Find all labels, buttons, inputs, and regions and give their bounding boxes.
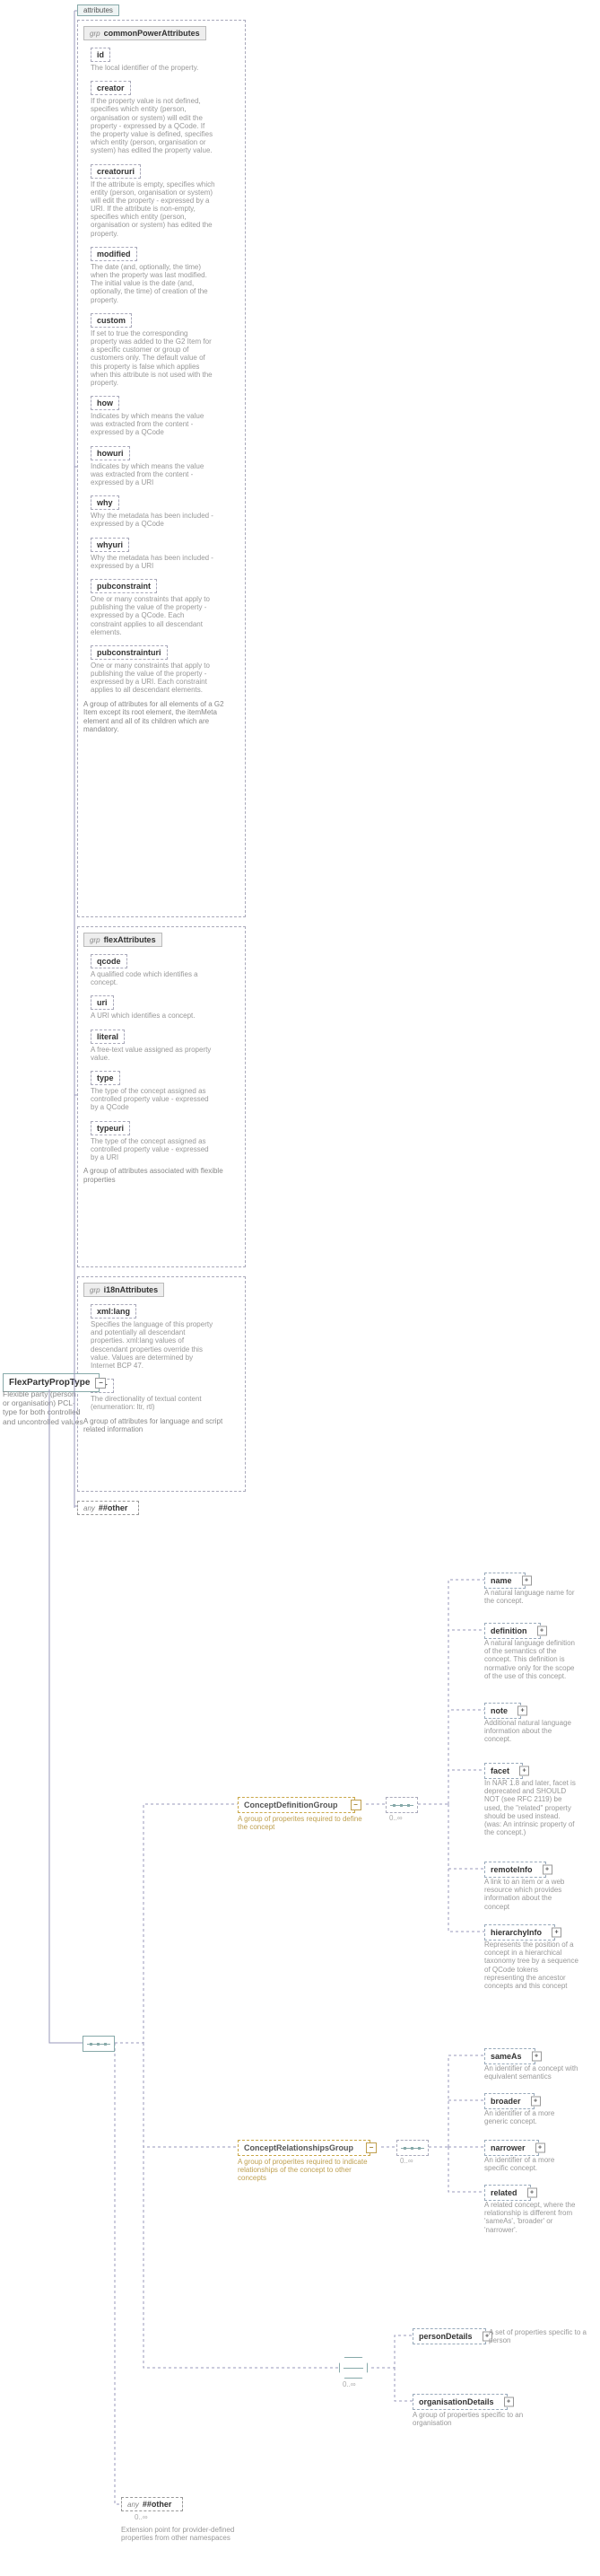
child-note: note+ bbox=[484, 1703, 521, 1719]
concept-definition-group: ConceptDefinitionGroup − bbox=[238, 1797, 355, 1813]
attr-howuri: howuri bbox=[91, 446, 130, 460]
attr-pubconstraint-desc: One or many constraints that apply to pu… bbox=[91, 595, 216, 636]
cardinality: 0..∞ bbox=[343, 2380, 356, 2388]
child-name-desc: A natural language name for the concept. bbox=[484, 1589, 578, 1605]
attr-pubconstraint: pubconstraint bbox=[91, 579, 157, 593]
child-orgdetails-desc: A group of properties specific to an org… bbox=[413, 2411, 538, 2427]
attr-custom-desc: If set to true the corresponding propert… bbox=[91, 329, 216, 387]
child-hierarchyinfo-desc: Represents the position of a concept in … bbox=[484, 1941, 578, 1990]
child-related-desc: A related concept, where the relationshi… bbox=[484, 2201, 578, 2234]
child-hierarchyinfo: hierarchyInfo+ bbox=[484, 1924, 555, 1941]
attr-literal: literal bbox=[91, 1030, 125, 1044]
attr-modified-desc: The date (and, optionally, the time) whe… bbox=[91, 263, 216, 304]
common-caption: A group of attributes for all elements o… bbox=[83, 700, 227, 734]
choice-icon bbox=[339, 2357, 368, 2379]
attr-why: why bbox=[91, 495, 119, 510]
root-desc: Flexible party (person or organisation) … bbox=[3, 1389, 83, 1426]
group-header-flex: grpflexAttributes bbox=[83, 933, 162, 947]
attr-creatoruri: creatoruri bbox=[91, 164, 141, 179]
child-sameas: sameAs+ bbox=[484, 2048, 535, 2064]
expand-icon[interactable]: + bbox=[531, 2097, 541, 2107]
attr-pubconstrainturi: pubconstrainturi bbox=[91, 645, 168, 660]
child-name: name+ bbox=[484, 1573, 526, 1589]
attr-qcode-desc: A qualified code which identifies a conc… bbox=[91, 970, 216, 986]
attr-type: type bbox=[91, 1071, 120, 1085]
attributes-tab: attributes bbox=[77, 4, 119, 16]
child-definition-desc: A natural language definition of the sem… bbox=[484, 1639, 578, 1680]
i18n-caption: A group of attributes for language and s… bbox=[83, 1417, 227, 1434]
attr-uri: uri bbox=[91, 995, 114, 1010]
cardinality: 0..∞ bbox=[400, 2157, 413, 2165]
attr-creator-desc: If the property value is not defined, sp… bbox=[91, 97, 216, 154]
attr-uri-desc: A URI which identifies a concept. bbox=[91, 1012, 216, 1020]
attr-xml-lang: xml:lang bbox=[91, 1304, 136, 1319]
child-persondetails-desc: A set of properties specific to a person bbox=[489, 2328, 587, 2344]
attr-creator: creator bbox=[91, 81, 131, 95]
concept-relationships-group-desc: A group of properites required to indica… bbox=[238, 2158, 372, 2183]
concept-relationships-group: ConceptRelationshipsGroup − bbox=[238, 2140, 370, 2156]
child-note-desc: Additional natural language information … bbox=[484, 1719, 578, 1744]
expand-icon[interactable]: + bbox=[522, 1576, 532, 1586]
expand-icon[interactable]: + bbox=[543, 1865, 552, 1875]
attr-id-desc: The local identifier of the property. bbox=[91, 64, 216, 72]
child-remoteinfo-desc: A link to an item or a web resource whic… bbox=[484, 1878, 578, 1911]
sequence-icon bbox=[83, 2036, 115, 2052]
child-sameas-desc: An identifier of a concept with equivale… bbox=[484, 2064, 578, 2081]
any-other-element: any##other bbox=[121, 2497, 183, 2511]
cardinality: 0..∞ bbox=[135, 2513, 148, 2521]
expand-icon[interactable]: + bbox=[552, 1928, 561, 1938]
child-facet-desc: In NAR 1.8 and later, facet is deprecate… bbox=[484, 1779, 578, 1836]
sequence-icon bbox=[386, 1797, 418, 1813]
any-other-element-desc: Extension point for provider-defined pro… bbox=[121, 2526, 238, 2542]
attr-qcode: qcode bbox=[91, 954, 127, 968]
attr-how-desc: Indicates by which means the value was e… bbox=[91, 412, 216, 437]
child-definition: definition+ bbox=[484, 1623, 541, 1639]
attr-whyuri-desc: Why the metadata has been included - exp… bbox=[91, 554, 216, 570]
expand-icon[interactable]: + bbox=[537, 1626, 547, 1636]
expand-icon[interactable]: + bbox=[504, 2397, 514, 2407]
attr-creatoruri-desc: If the attribute is empty, specifies whi… bbox=[91, 180, 216, 238]
child-broader: broader+ bbox=[484, 2093, 535, 2109]
attr-dir-desc: The directionality of textual content (e… bbox=[91, 1395, 216, 1411]
expand-icon[interactable]: + bbox=[527, 2188, 537, 2198]
child-narrower: narrower+ bbox=[484, 2140, 539, 2156]
expand-icon[interactable]: − bbox=[351, 1800, 361, 1810]
expand-icon[interactable]: + bbox=[519, 1766, 529, 1776]
attr-modified: modified bbox=[91, 247, 137, 261]
child-narrower-desc: An identifier of a more specific concept… bbox=[484, 2156, 578, 2172]
group-header-i18n: grpi18nAttributes bbox=[83, 1283, 164, 1297]
flex-attributes-group: grpflexAttributes qcode A qualified code … bbox=[77, 926, 246, 1267]
expand-icon[interactable]: + bbox=[532, 2052, 542, 2062]
group-header-common: grpcommonPowerAttributes bbox=[83, 26, 206, 40]
any-other-attribute: any##other bbox=[77, 1501, 139, 1515]
sequence-icon bbox=[396, 2140, 429, 2156]
flex-caption: A group of attributes associated with fl… bbox=[83, 1167, 227, 1184]
attr-pubconstrainturi-desc: One or many constraints that apply to pu… bbox=[91, 662, 216, 695]
child-related: related+ bbox=[484, 2185, 531, 2201]
cardinality: 0..∞ bbox=[389, 1814, 403, 1822]
collapse-icon[interactable]: − bbox=[95, 1378, 106, 1389]
attr-how: how bbox=[91, 396, 119, 410]
child-orgdetails: organisationDetails+ bbox=[413, 2394, 508, 2410]
attr-typeuri: typeuri bbox=[91, 1121, 130, 1135]
child-remoteinfo: remoteInfo+ bbox=[484, 1862, 546, 1878]
child-persondetails: personDetails+ bbox=[413, 2328, 486, 2344]
concept-definition-group-desc: A group of properites required to define… bbox=[238, 1815, 372, 1831]
attr-howuri-desc: Indicates by which means the value was e… bbox=[91, 462, 216, 487]
attr-id: id bbox=[91, 48, 110, 62]
attr-why-desc: Why the metadata has been included - exp… bbox=[91, 512, 216, 528]
attr-whyuri: whyuri bbox=[91, 538, 129, 552]
attr-custom: custom bbox=[91, 313, 132, 328]
child-facet: facet+ bbox=[484, 1763, 523, 1779]
attr-xml-lang-desc: Specifies the language of this property … bbox=[91, 1320, 216, 1370]
common-attributes-group: grpcommonPowerAttributes id The local ide… bbox=[77, 20, 246, 917]
expand-icon[interactable]: − bbox=[366, 2142, 377, 2153]
attr-typeuri-desc: The type of the concept assigned as cont… bbox=[91, 1137, 216, 1162]
expand-icon[interactable]: + bbox=[535, 2143, 545, 2153]
child-broader-desc: An identifier of a more generic concept. bbox=[484, 2109, 578, 2125]
attr-literal-desc: A free-text value assigned as property v… bbox=[91, 1046, 216, 1062]
expand-icon[interactable]: + bbox=[517, 1706, 527, 1716]
attr-type-desc: The type of the concept assigned as cont… bbox=[91, 1087, 216, 1112]
